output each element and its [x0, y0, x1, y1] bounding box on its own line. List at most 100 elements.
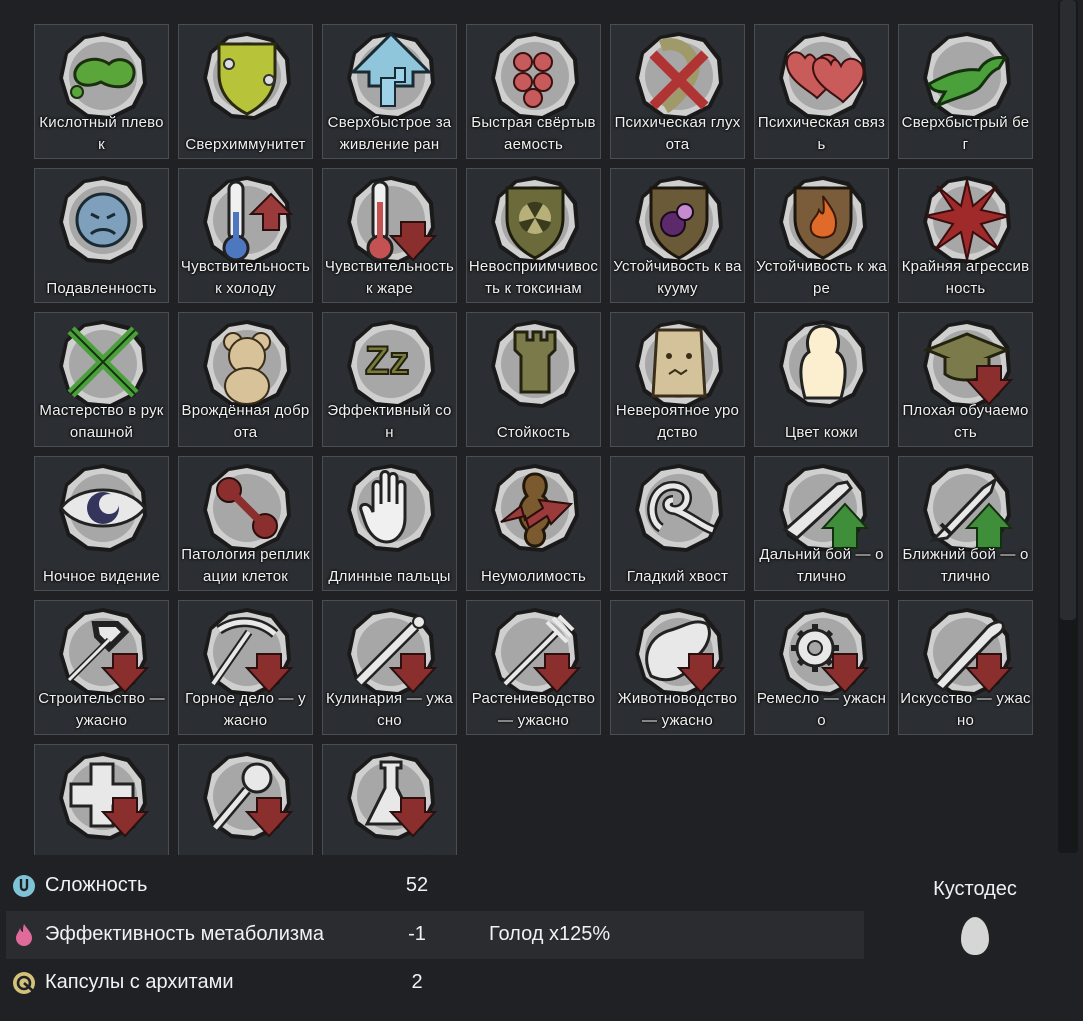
complexity-icon [12, 874, 36, 898]
gene-grid: Кислотный плевок Сверхиммунитет Сверхбыстр… [34, 24, 1033, 855]
gene-tile[interactable]: Плохая обучаемость [898, 312, 1033, 447]
archite-capsule-icon [12, 971, 36, 995]
gene-tile[interactable]: Умственный [322, 744, 457, 855]
gene-tile[interactable]: Строительство — ужасно [34, 600, 169, 735]
gene-tile[interactable]: Стойкость [466, 312, 601, 447]
gene-label: Гладкий хвост [626, 568, 729, 585]
construction-awful-icon [55, 604, 151, 700]
gene-label: Ночное видение [42, 568, 161, 585]
gene-tile[interactable]: Сверхбыстрый бег [898, 24, 1033, 159]
gene-tile[interactable]: Кислотный плевок [34, 24, 169, 159]
heat-resistance-icon [775, 172, 871, 268]
xenotype-panel: Кустодес [900, 878, 1050, 957]
fast-healing-icon [343, 28, 439, 124]
gene-tile[interactable]: Горное дело — ужасно [178, 600, 313, 735]
acid-spit-icon [55, 28, 151, 124]
cooking-awful-icon [343, 604, 439, 700]
gene-label: Неумолимость [480, 568, 587, 585]
gene-tile[interactable]: Дальний бой — отлично [754, 456, 889, 591]
gene-label: Чувствительность к холоду [180, 258, 311, 297]
gene-tile[interactable]: Чувствительность к холоду [178, 168, 313, 303]
svg-text:Zz: Zz [365, 339, 409, 383]
gene-tile[interactable]: Животноводство — ужасно [610, 600, 745, 735]
gene-label: Медицина — [35, 854, 168, 855]
gene-tile[interactable]: Гладкий хвост [610, 456, 745, 591]
gene-label: Чувствительность к жаре [324, 258, 455, 297]
gene-label: Цвет кожи [785, 424, 858, 441]
night-vision-icon [55, 460, 151, 556]
gene-tile[interactable]: Патология репликации клеток [178, 456, 313, 591]
stat-row-complexity: Сложность 52 [6, 862, 864, 910]
gene-tile[interactable]: Устойчивость к жаре [754, 168, 889, 303]
gene-tile[interactable]: Общение — [178, 744, 313, 855]
gene-label: Кулинария — ужасно [326, 690, 453, 729]
gene-label: Длинные пальцы [328, 568, 451, 585]
gene-tile[interactable]: Сверхиммунитет [178, 24, 313, 159]
gene-label: Устойчивость к вакууму [613, 258, 742, 297]
gene-label: Горное дело — ужасно [185, 690, 306, 729]
psychic-deafness-icon [631, 28, 727, 124]
toxin-resistance-icon [487, 172, 583, 268]
gene-label: Невероятное уродство [615, 402, 740, 441]
cell-replication-icon [199, 460, 295, 556]
gene-label: Эффективный сон [327, 402, 452, 441]
gene-tile[interactable]: Мастерство в рукопашной [34, 312, 169, 447]
gene-tile[interactable]: Невероятное уродство [610, 312, 745, 447]
kindness-icon [199, 316, 295, 412]
gene-label: Животноводство — ужасно [617, 690, 738, 729]
gene-tile[interactable]: Сверхбыстрое заживление ран [322, 24, 457, 159]
aggression-icon [919, 172, 1015, 268]
gene-label: Психическая связь [757, 114, 886, 153]
stat-row-metabolism: Эффективность метаболизма -1 Голод x125% [6, 911, 864, 959]
gene-tile[interactable]: Кулинария — ужасно [322, 600, 457, 735]
gene-label: Подавленность [46, 280, 157, 297]
gene-tile[interactable]: Подавленность [34, 168, 169, 303]
gene-tile[interactable]: Zz Эффективный сон [322, 312, 457, 447]
gene-label: Строительство — ужасно [38, 690, 165, 729]
gene-tile[interactable]: Быстрая свёртываемость [466, 24, 601, 159]
social-awful-icon [199, 748, 295, 844]
gene-label: Искусство — ужасно [900, 690, 1031, 729]
gene-tile[interactable]: Цвет кожи [754, 312, 889, 447]
gene-tile[interactable]: Искусство — ужасно [898, 600, 1033, 735]
gene-tile[interactable]: Чувствительность к жаре [322, 168, 457, 303]
gene-grid-viewport: Кислотный плевок Сверхиммунитет Сверхбыстр… [0, 0, 1052, 855]
gene-label: Умственный [323, 854, 456, 855]
gene-tile[interactable]: Медицина — [34, 744, 169, 855]
gene-label: Психическая глухота [614, 114, 741, 153]
gene-tile[interactable]: Ночное видение [34, 456, 169, 591]
gene-label: Дальний бой — отлично [759, 546, 884, 585]
gene-label: Кислотный плевок [39, 114, 164, 153]
gene-tile[interactable]: Психическая глухота [610, 24, 745, 159]
melee-great-icon [919, 460, 1015, 556]
heat-sensitivity-icon [343, 172, 439, 268]
stat-note: Голод x125% [489, 923, 611, 945]
xenotype-name: Кустодес [933, 878, 1017, 900]
gene-tile[interactable]: Психическая связь [754, 24, 889, 159]
scrollbar-thumb[interactable] [1060, 0, 1076, 620]
gene-tile[interactable]: Неумолимость [466, 456, 601, 591]
fast-runner-icon [919, 28, 1015, 124]
gene-tile[interactable]: Невосприимчивость к токсинам [466, 168, 601, 303]
stat-value: 2 [411, 971, 423, 993]
melee-mastery-icon [55, 316, 151, 412]
gene-label: Патология репликации клеток [181, 546, 310, 585]
gene-label: Сверхбыстрое заживление ран [327, 114, 452, 153]
robust-icon [487, 316, 583, 412]
gene-tile[interactable]: Ближний бой — отлично [898, 456, 1033, 591]
gene-label: Сверхбыстрый бег [901, 114, 1030, 153]
gene-tile[interactable]: Устойчивость к вакууму [610, 168, 745, 303]
skin-head-icon[interactable] [959, 915, 991, 957]
shooting-great-icon [775, 460, 871, 556]
gene-tile[interactable]: Ремесло — ужасно [754, 600, 889, 735]
gene-tile[interactable]: Врождённая доброта [178, 312, 313, 447]
gene-tile[interactable]: Растениеводство — ужасно [466, 600, 601, 735]
stat-value: 52 [405, 874, 429, 896]
gene-tile[interactable]: Крайняя агрессивность [898, 168, 1033, 303]
crafting-awful-icon [775, 604, 871, 700]
gene-label: Быстрая свёртываемость [471, 114, 596, 153]
gene-tile[interactable]: Длинные пальцы [322, 456, 457, 591]
depressed-icon [55, 172, 151, 268]
gene-label: Врождённая доброта [181, 402, 310, 441]
gene-label: Сверхиммунитет [185, 136, 306, 153]
